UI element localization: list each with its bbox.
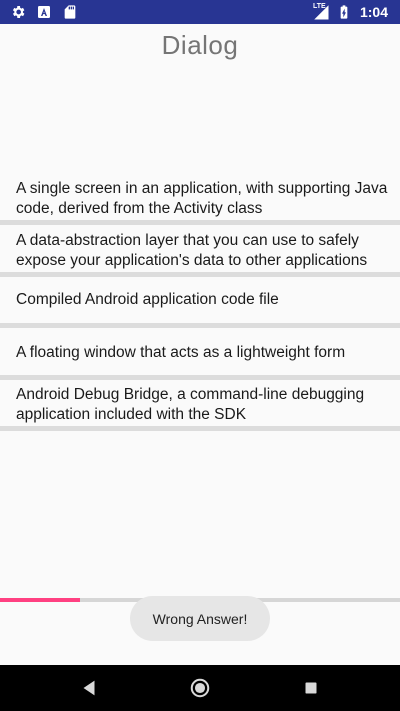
answer-option-label: A data-abstraction layer that you can us… xyxy=(16,232,368,269)
sd-card-icon xyxy=(64,5,76,19)
back-icon[interactable] xyxy=(78,677,100,699)
clock: 1:04 xyxy=(359,4,388,20)
text-a-icon xyxy=(38,6,50,18)
answer-option-label: A floating window that acts as a lightwe… xyxy=(16,344,346,361)
toast: Wrong Answer! xyxy=(130,596,270,641)
status-bar: LTE 1:04 xyxy=(0,0,400,24)
progress-fill xyxy=(0,598,80,602)
divider xyxy=(0,375,400,380)
answer-option-label: Android Debug Bridge, a command-line deb… xyxy=(16,386,365,423)
answer-option-label: A single screen in an application, with … xyxy=(16,180,388,217)
answer-option-5[interactable]: Android Debug Bridge, a command-line deb… xyxy=(0,381,400,426)
gear-icon xyxy=(12,6,25,18)
page-title: Dialog xyxy=(161,30,239,60)
answer-option-4[interactable]: A floating window that acts as a lightwe… xyxy=(0,329,400,375)
recents-icon[interactable] xyxy=(300,677,322,699)
home-icon[interactable] xyxy=(189,677,211,699)
navigation-bar xyxy=(0,665,400,711)
divider xyxy=(0,426,400,431)
answer-option-1[interactable]: A single screen in an application, with … xyxy=(0,178,400,220)
divider xyxy=(0,323,400,328)
divider xyxy=(0,272,400,277)
answer-option-2[interactable]: A data-abstraction layer that you can us… xyxy=(0,226,400,272)
battery-charging-icon xyxy=(340,5,348,19)
answer-option-3[interactable]: Compiled Android application code file xyxy=(0,278,400,323)
answer-option-label: Compiled Android application code file xyxy=(16,291,279,308)
signal-icon: LTE xyxy=(312,3,330,21)
divider xyxy=(0,220,400,225)
toast-message: Wrong Answer! xyxy=(152,610,248,627)
